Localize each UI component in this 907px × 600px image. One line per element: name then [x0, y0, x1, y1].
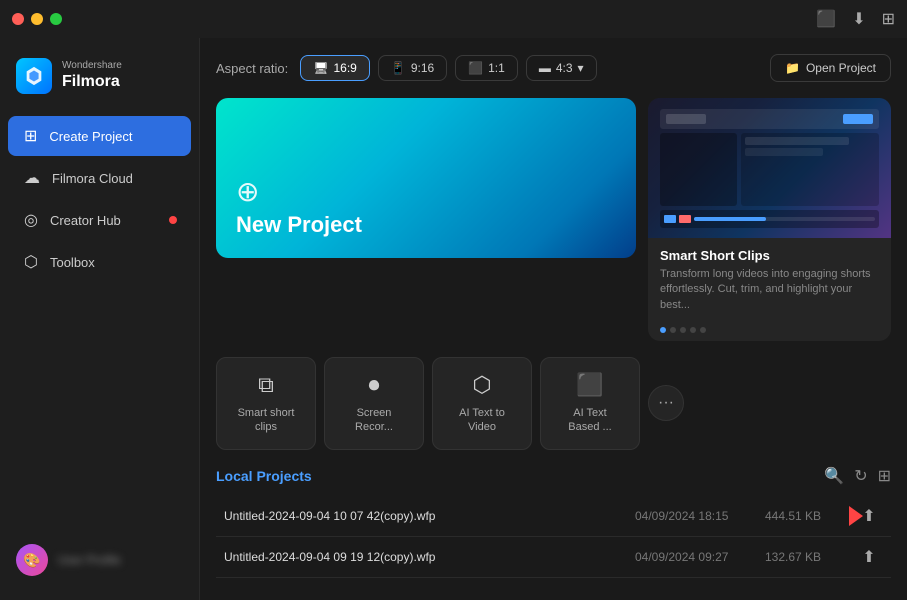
aspect-ratio-bar: Aspect ratio: 🖥 16:9 📱 9:16 ⬛ 1:1 ▬ 4:3 … [216, 54, 891, 82]
aspect-btn-16-9[interactable]: 🖥 16:9 [300, 55, 370, 81]
aspect-btn-1-1[interactable]: ⬛ 1:1 [455, 55, 518, 81]
quick-action-smart-short-clips[interactable]: ⧉ Smart short clips [216, 357, 316, 450]
sidebar-icon-create-project: ⊞ [24, 126, 37, 146]
sidebar-item-filmora-cloud[interactable]: ☁ Filmora Cloud [8, 158, 191, 198]
close-button[interactable] [12, 13, 24, 25]
dot-1[interactable] [660, 327, 666, 333]
view-grid-icon[interactable]: ⊞ [878, 466, 891, 486]
more-actions-button[interactable]: ··· [648, 385, 684, 421]
local-projects-title: Local Projects [216, 468, 312, 484]
qa-label-smart-short-clips: Smart short clips [233, 406, 299, 435]
aspect-btn-9-16[interactable]: 📱 9:16 [378, 55, 447, 81]
qa-icon-smart-short-clips: ⧉ [258, 372, 274, 398]
aspect-ratio-label: Aspect ratio: [216, 61, 288, 76]
new-project-plus-icon: ⊕ [236, 178, 616, 206]
project-name: Untitled-2024-09-04 10 07 42(copy).wfp [224, 509, 635, 523]
project-name: Untitled-2024-09-04 09 19 12(copy).wfp [224, 550, 635, 564]
sidebar-item-create-project[interactable]: ⊞ Create Project [8, 116, 191, 156]
qa-label-ai-text-based: AI Text Based ... [557, 406, 623, 435]
quick-action-screen-record[interactable]: ⏺ Screen Recor... [324, 357, 424, 450]
upload-icon[interactable]: ⬆ [855, 547, 883, 567]
qa-label-ai-text-to-video: AI Text to Video [449, 406, 515, 435]
projects-table: Untitled-2024-09-04 10 07 42(copy).wfp 0… [216, 496, 891, 584]
chevron-down-icon: ▾ [578, 61, 584, 75]
maximize-button[interactable] [50, 13, 62, 25]
sidebar-item-toolbox[interactable]: ⬡ Toolbox [8, 242, 191, 282]
dot-4[interactable] [690, 327, 696, 333]
logo-text: Wondershare Filmora [62, 60, 122, 91]
qa-icon-ai-text-based: ⬛ [576, 372, 603, 398]
qa-label-screen-record: Screen Recor... [341, 406, 407, 435]
project-date: 04/09/2024 09:27 [635, 550, 765, 564]
sidebar-icon-creator-hub: ◎ [24, 210, 38, 230]
table-row[interactable]: Untitled-2024-09-04 09 19 12(copy).wfp 0… [216, 537, 891, 578]
sidebar-label-filmora-cloud: Filmora Cloud [52, 171, 133, 186]
sidebar-bottom: 🎨 User Profile [0, 532, 199, 588]
sidebar-icon-filmora-cloud: ☁ [24, 168, 40, 188]
smart-clips-image [648, 98, 891, 238]
smart-clips-info: Smart Short Clips Transform long videos … [648, 238, 891, 323]
smart-clips-description: Transform long videos into engaging shor… [660, 267, 879, 313]
project-date: 04/09/2024 18:15 [635, 509, 765, 523]
dot-5[interactable] [700, 327, 706, 333]
sidebar: Wondershare Filmora ⊞ Create Project ☁ F… [0, 38, 200, 600]
avatar-name: User Profile [58, 553, 121, 567]
folder-icon: 📁 [785, 61, 800, 75]
main-content: Aspect ratio: 🖥 16:9 📱 9:16 ⬛ 1:1 ▬ 4:3 … [200, 38, 907, 600]
avatar[interactable]: 🎨 [16, 544, 48, 576]
title-bar-actions: ⬛ ⬇ ⊞ [816, 9, 895, 29]
refresh-icon[interactable]: ↻ [854, 466, 867, 486]
table-row[interactable]: Untitled project 03/12/2023 17:18 7.75 K… [216, 578, 891, 584]
local-projects-header: Local Projects 🔍 ↻ ⊞ [216, 466, 891, 486]
sidebar-label-create-project: Create Project [49, 129, 132, 144]
rect-icon: ▬ [539, 61, 551, 75]
search-icon[interactable]: 🔍 [824, 466, 844, 486]
quick-action-ai-text-to-video[interactable]: ⬡ AI Text to Video [432, 357, 532, 450]
monitor-icon[interactable]: ⬛ [816, 9, 836, 29]
sidebar-item-creator-hub[interactable]: ◎ Creator Hub [8, 200, 191, 240]
project-size: 444.51 KB [765, 509, 855, 523]
logo-icon [16, 58, 52, 94]
smart-clips-title: Smart Short Clips [660, 248, 879, 263]
table-row[interactable]: Untitled-2024-09-04 10 07 42(copy).wfp 0… [216, 496, 891, 537]
logo-bottom: Filmora [62, 72, 122, 91]
monitor-icon-sm: 🖥 [313, 61, 328, 75]
dot-2[interactable] [670, 327, 676, 333]
new-project-label: New Project [236, 212, 616, 238]
quick-actions-bar: ⧉ Smart short clips ⏺ Screen Recor... ⬡ … [216, 357, 891, 450]
open-project-button[interactable]: 📁 Open Project [770, 54, 891, 82]
logo-top: Wondershare [62, 60, 122, 72]
sidebar-label-toolbox: Toolbox [50, 255, 95, 270]
phone-icon: 📱 [391, 61, 406, 75]
aspect-btn-4-3[interactable]: ▬ 4:3 ▾ [526, 55, 597, 81]
arrow-indicator [849, 506, 863, 526]
smart-clips-card[interactable]: Smart Short Clips Transform long videos … [648, 98, 891, 341]
title-bar: ⬛ ⬇ ⊞ [0, 0, 907, 38]
quick-action-ai-text-based[interactable]: ⬛ AI Text Based ... [540, 357, 640, 450]
sidebar-logo: Wondershare Filmora [0, 50, 199, 114]
notification-dot [169, 216, 177, 224]
sidebar-label-creator-hub: Creator Hub [50, 213, 121, 228]
grid-icon[interactable]: ⊞ [882, 9, 895, 29]
download-icon[interactable]: ⬇ [852, 9, 865, 29]
sidebar-icon-toolbox: ⬡ [24, 252, 38, 272]
traffic-lights [12, 13, 62, 25]
dot-3[interactable] [680, 327, 686, 333]
smart-clips-dots [648, 323, 891, 341]
minimize-button[interactable] [31, 13, 43, 25]
projects-actions: 🔍 ↻ ⊞ [824, 466, 891, 486]
project-size: 132.67 KB [765, 550, 855, 564]
new-project-card[interactable]: ⊕ New Project [216, 98, 636, 258]
qa-icon-screen-record: ⏺ [368, 372, 379, 398]
square-icon: ⬛ [468, 61, 483, 75]
qa-icon-ai-text-to-video: ⬡ [472, 372, 491, 398]
